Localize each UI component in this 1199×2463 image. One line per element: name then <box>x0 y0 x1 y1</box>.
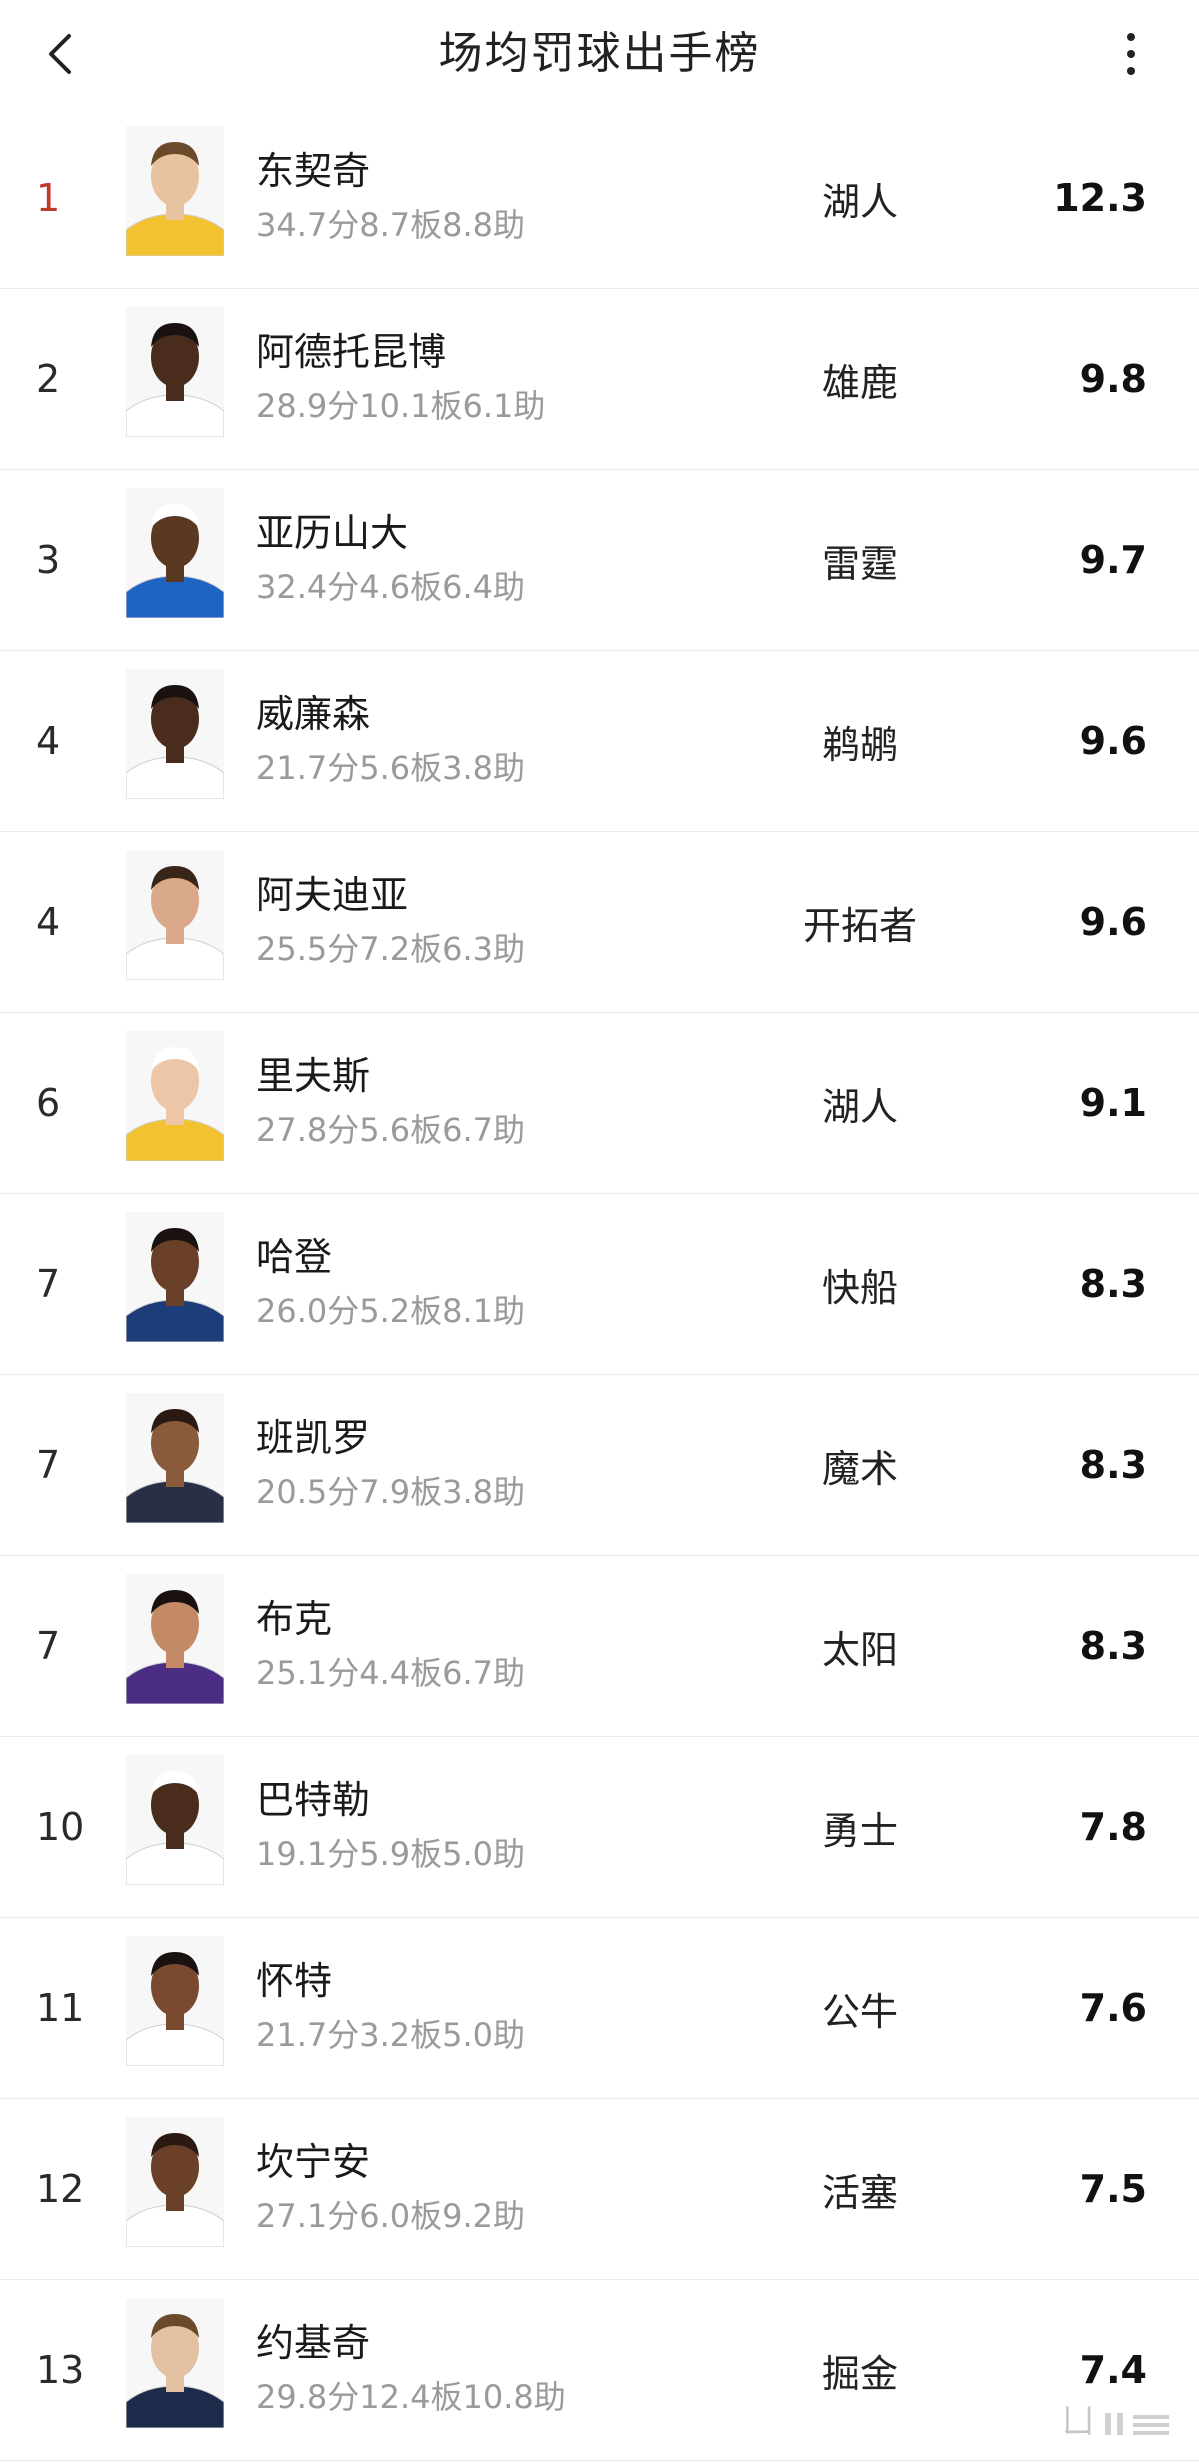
player-avatar <box>126 850 224 980</box>
player-stats: 29.8分12.4板10.8助 <box>256 2378 566 2416</box>
player-stats: 20.5分7.9板3.8助 <box>256 1473 526 1511</box>
player-stats: 28.9分10.1板6.1助 <box>256 387 546 425</box>
player-name: 坎宁安 <box>256 2140 371 2184</box>
player-name: 里夫斯 <box>256 1054 371 1098</box>
player-avatar <box>126 1755 224 1885</box>
player-name: 东契奇 <box>256 149 371 193</box>
player-team: 太阳 <box>821 1627 898 1672</box>
player-name: 亚历山大 <box>256 511 409 555</box>
rank-number: 7 <box>36 1443 61 1487</box>
svg-text:ㄩ: ㄩ <box>1061 2402 1095 2442</box>
player-row[interactable]: 2 阿德托昆博 28.9分10.1板6.1助 雄鹿 9.8 <box>0 289 1199 470</box>
player-team: 掘金 <box>821 2351 898 2396</box>
player-row[interactable]: 10 巴特勒 19.1分5.9板5.0助 勇士 7.8 <box>0 1737 1199 1918</box>
player-avatar <box>126 1212 224 1342</box>
more-dot-icon <box>1127 33 1135 41</box>
player-name: 阿夫迪亚 <box>256 873 409 917</box>
player-avatar <box>126 1031 224 1161</box>
rank-number: 12 <box>36 2167 85 2211</box>
rank-number: 10 <box>36 1805 85 1849</box>
ranking-list: 1 东契奇 34.7分8.7板8.8助 湖人 12.3 2 阿德托昆博 28.9分10.1板6… <box>0 108 1199 2461</box>
rank-number: 2 <box>36 357 61 401</box>
player-avatar <box>126 2298 224 2428</box>
player-avatar <box>126 1574 224 1704</box>
rank-number: 4 <box>36 900 61 944</box>
player-team: 勇士 <box>821 1808 898 1853</box>
free-throw-attempts-value: 9.1 <box>1079 1081 1147 1125</box>
rank-number: 7 <box>36 1624 61 1668</box>
player-team: 鹈鹕 <box>821 722 898 767</box>
player-avatar <box>126 126 224 256</box>
rank-number: 3 <box>36 538 61 582</box>
player-stats: 21.7分3.2板5.0助 <box>256 2016 526 2054</box>
player-avatar <box>126 2117 224 2247</box>
free-throw-attempts-value: 7.8 <box>1079 1805 1147 1849</box>
player-team: 魔术 <box>821 1446 898 1491</box>
free-throw-attempts-value: 9.7 <box>1079 538 1147 582</box>
player-avatar <box>126 1936 224 2066</box>
rank-number: 11 <box>36 1986 85 2030</box>
more-options-button[interactable] <box>1111 22 1151 86</box>
more-dot-icon <box>1127 50 1135 58</box>
rank-number: 13 <box>36 2348 85 2392</box>
player-row[interactable]: 13 约基奇 29.8分12.4板10.8助 掘金 7.4 <box>0 2280 1199 2461</box>
rank-number: 7 <box>36 1262 61 1306</box>
player-row[interactable]: 4 阿夫迪亚 25.5分7.2板6.3助 开拓者 9.6 <box>0 832 1199 1013</box>
top-bar: 场均罚球出手榜 <box>0 0 1199 108</box>
player-team: 开拓者 <box>802 903 917 948</box>
free-throw-attempts-value: 12.3 <box>1053 176 1147 220</box>
player-row[interactable]: 7 哈登 26.0分5.2板8.1助 快船 8.3 <box>0 1194 1199 1375</box>
player-avatar <box>126 669 224 799</box>
player-name: 班凯罗 <box>256 1416 371 1460</box>
rank-number: 6 <box>36 1081 61 1125</box>
free-throw-attempts-value: 9.6 <box>1079 719 1147 763</box>
player-team: 湖人 <box>821 1084 898 1129</box>
free-throw-attempts-value: 7.6 <box>1079 1986 1147 2030</box>
rank-number: 1 <box>36 176 61 220</box>
player-team: 雷霆 <box>821 541 898 586</box>
player-row[interactable]: 4 威廉森 21.7分5.6板3.8助 鹈鹕 9.6 <box>0 651 1199 832</box>
free-throw-attempts-value: 9.8 <box>1079 357 1147 401</box>
free-throw-attempts-value: 7.5 <box>1079 2167 1147 2211</box>
rank-number: 4 <box>36 719 61 763</box>
player-stats: 27.1分6.0板9.2助 <box>256 2197 526 2235</box>
player-name: 哈登 <box>256 1235 333 1279</box>
player-name: 布克 <box>256 1597 333 1641</box>
free-throw-attempts-value: 8.3 <box>1079 1443 1147 1487</box>
player-name: 怀特 <box>256 1959 333 2003</box>
player-name: 约基奇 <box>256 2321 371 2365</box>
player-avatar <box>126 307 224 437</box>
player-stats: 19.1分5.9板5.0助 <box>256 1835 526 1873</box>
player-team: 公牛 <box>821 1989 898 2034</box>
player-stats: 25.5分7.2板6.3助 <box>256 930 526 968</box>
free-throw-attempts-value: 8.3 <box>1079 1624 1147 1668</box>
player-row[interactable]: 3 亚历山大 32.4分4.6板6.4助 雷霆 9.7 <box>0 470 1199 651</box>
player-stats: 25.1分4.4板6.7助 <box>256 1654 526 1692</box>
player-stats: 26.0分5.2板8.1助 <box>256 1292 526 1330</box>
player-row[interactable]: 12 坎宁安 27.1分6.0板9.2助 活塞 7.5 <box>0 2099 1199 2280</box>
free-throw-attempts-value: 9.6 <box>1079 900 1147 944</box>
player-team: 湖人 <box>821 179 898 224</box>
player-stats: 34.7分8.7板8.8助 <box>256 206 526 244</box>
player-team: 雄鹿 <box>821 360 898 405</box>
player-stats: 32.4分4.6板6.4助 <box>256 568 526 606</box>
player-row[interactable]: 1 东契奇 34.7分8.7板8.8助 湖人 12.3 <box>0 108 1199 289</box>
player-row[interactable]: 6 里夫斯 27.8分5.6板6.7助 湖人 9.1 <box>0 1013 1199 1194</box>
page-title: 场均罚球出手榜 <box>438 28 761 79</box>
more-dot-icon <box>1127 67 1135 75</box>
player-stats: 27.8分5.6板6.7助 <box>256 1111 526 1149</box>
player-row[interactable]: 11 怀特 21.7分3.2板5.0助 公牛 7.6 <box>0 1918 1199 2099</box>
player-avatar <box>126 1393 224 1523</box>
player-name: 阿德托昆博 <box>256 330 447 374</box>
player-row[interactable]: 7 布克 25.1分4.4板6.7助 太阳 8.3 <box>0 1556 1199 1737</box>
free-throw-attempts-value: 8.3 <box>1079 1262 1147 1306</box>
player-stats: 21.7分5.6板3.8助 <box>256 749 526 787</box>
player-team: 活塞 <box>821 2170 898 2215</box>
player-name: 巴特勒 <box>256 1778 371 1822</box>
player-name: 威廉森 <box>256 692 371 736</box>
player-team: 快船 <box>821 1265 898 1310</box>
watermark-logo-icon: ㄩ <box>1061 2402 1169 2442</box>
player-row[interactable]: 7 班凯罗 20.5分7.9板3.8助 魔术 8.3 <box>0 1375 1199 1556</box>
player-avatar <box>126 488 224 618</box>
